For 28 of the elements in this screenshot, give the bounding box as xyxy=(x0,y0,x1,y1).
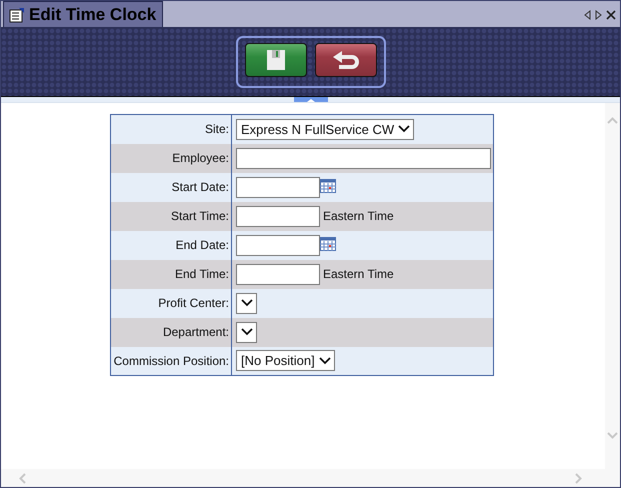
close-icon[interactable] xyxy=(606,10,616,20)
time-zone-label: Eastern Time xyxy=(323,267,394,281)
dropdown[interactable]: Express N FullService CW xyxy=(236,118,414,140)
chevron-down-icon xyxy=(241,328,253,336)
scroll-right-icon[interactable] xyxy=(595,10,602,20)
date-field[interactable] xyxy=(236,234,320,256)
dropdown[interactable] xyxy=(236,292,257,314)
time-field[interactable] xyxy=(236,264,320,284)
undo-button[interactable] xyxy=(314,43,376,77)
chevron-down-icon xyxy=(241,299,253,307)
return-arrow-icon xyxy=(330,49,360,71)
dropdown[interactable]: [No Position] xyxy=(236,350,335,372)
save-button[interactable] xyxy=(244,43,306,77)
scroll-left-icon[interactable] xyxy=(584,10,591,20)
window-title: Edit Time Clock xyxy=(29,4,156,24)
text-field[interactable] xyxy=(236,148,491,168)
calendar-icon[interactable] xyxy=(320,178,336,192)
window-tab[interactable]: Edit Time Clock xyxy=(3,1,164,27)
chevron-down-icon xyxy=(398,125,410,134)
dropdown[interactable] xyxy=(236,322,257,342)
calendar-icon[interactable] xyxy=(320,236,336,250)
field-label: Commission Position: xyxy=(110,346,232,376)
time-zone-label: Eastern Time xyxy=(323,209,394,223)
time-field[interactable] xyxy=(236,206,320,226)
collapse-toggle[interactable] xyxy=(294,97,328,102)
form-icon xyxy=(9,6,25,22)
date-field[interactable] xyxy=(236,176,320,198)
chevron-down-icon xyxy=(318,356,331,365)
